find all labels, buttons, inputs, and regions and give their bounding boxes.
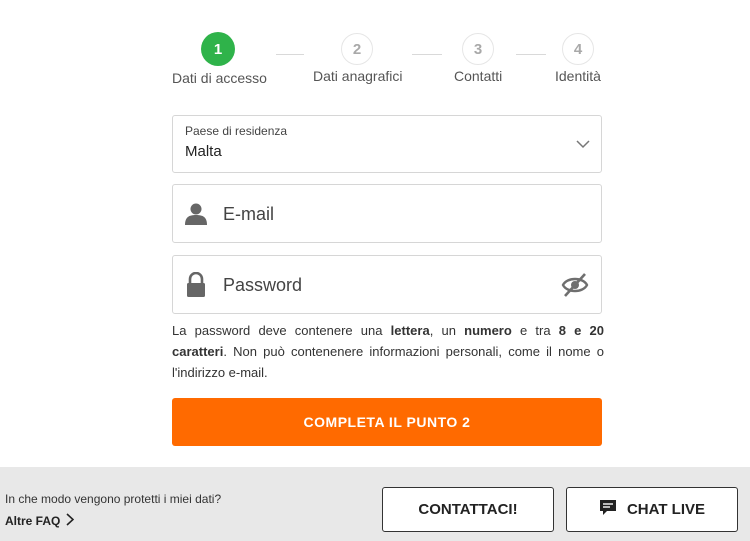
contact-button[interactable]: CONTATTACI!: [382, 487, 554, 532]
help-text-bold: numero: [464, 323, 512, 338]
password-field[interactable]: Password: [172, 255, 602, 314]
step-connector: [412, 54, 442, 55]
chevron-right-icon: [66, 513, 75, 529]
chat-icon: [599, 499, 617, 520]
password-help-text: La password deve contenere una lettera, …: [172, 320, 604, 383]
country-select[interactable]: Paese di residenza Malta: [172, 115, 602, 173]
faq-link-label: Altre FAQ: [5, 514, 61, 528]
lock-icon: [186, 271, 206, 303]
eye-off-icon[interactable]: [561, 272, 589, 303]
password-placeholder: Password: [223, 275, 303, 295]
help-text-bold: lettera: [390, 323, 430, 338]
step-1-label: Dati di accesso: [172, 70, 267, 86]
email-field[interactable]: E-mail: [172, 184, 602, 243]
chat-label: CHAT LIVE: [626, 501, 706, 518]
step-4-label: Identità: [555, 68, 601, 84]
step-2-circle: 2: [341, 33, 373, 65]
step-3-label: Contatti: [454, 68, 503, 84]
help-text-part: . Non può contenenere informazioni perso…: [172, 344, 604, 380]
faq-question: In che modo vengono protetti i miei dati…: [5, 492, 222, 506]
country-caption: Paese di residenza: [185, 124, 288, 138]
help-text-part: e tra: [511, 323, 559, 338]
chevron-down-icon: [575, 136, 591, 157]
email-placeholder: E-mail: [223, 204, 275, 224]
registration-stepper: 1 2 3 4 Dati di accesso Dati anagrafici …: [0, 32, 750, 92]
step-3-circle: 3: [462, 33, 494, 65]
help-text-part: La password deve contenere una: [172, 323, 391, 338]
help-text-part: , un: [429, 323, 465, 338]
step-4-circle: 4: [562, 33, 594, 65]
chat-live-button[interactable]: CHAT LIVE: [566, 487, 738, 532]
step-connector: [276, 54, 304, 55]
country-value: Malta: [185, 143, 222, 160]
step-2-label: Dati anagrafici: [313, 68, 403, 84]
complete-step-button[interactable]: COMPLETA IL PUNTO 2: [172, 398, 602, 446]
footer-bar: In che modo vengono protetti i miei dati…: [0, 467, 750, 541]
step-connector: [516, 54, 546, 55]
user-icon: [185, 202, 207, 231]
contact-label: CONTATTACI!: [418, 501, 518, 518]
step-1-circle: 1: [201, 32, 235, 66]
faq-link[interactable]: Altre FAQ: [5, 513, 75, 529]
